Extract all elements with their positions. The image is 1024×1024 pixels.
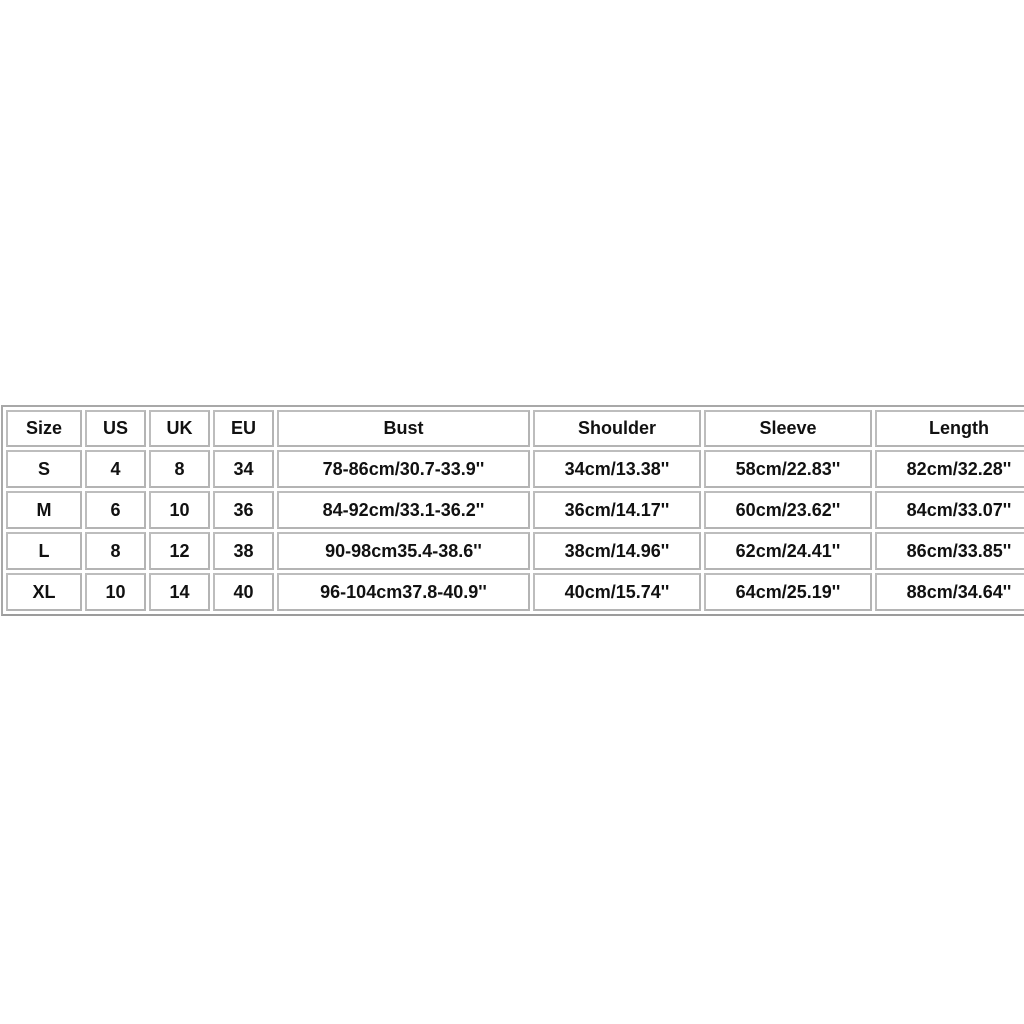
cell-bust: 96-104cm37.8-40.9'' xyxy=(277,573,530,611)
table-row: M 6 10 36 84-92cm/33.1-36.2'' 36cm/14.17… xyxy=(6,491,1024,529)
cell-sleeve: 64cm/25.19'' xyxy=(704,573,872,611)
cell-shoulder: 34cm/13.38'' xyxy=(533,450,701,488)
cell-bust: 90-98cm35.4-38.6'' xyxy=(277,532,530,570)
table-row: XL 10 14 40 96-104cm37.8-40.9'' 40cm/15.… xyxy=(6,573,1024,611)
cell-length: 88cm/34.64'' xyxy=(875,573,1024,611)
cell-size: S xyxy=(6,450,82,488)
cell-us: 8 xyxy=(85,532,146,570)
cell-sleeve: 58cm/22.83'' xyxy=(704,450,872,488)
cell-us: 10 xyxy=(85,573,146,611)
cell-us: 4 xyxy=(85,450,146,488)
size-chart-table: Size US UK EU Bust Shoulder Sleeve Lengt… xyxy=(1,405,1024,616)
header-sleeve: Sleeve xyxy=(704,410,872,447)
header-length: Length xyxy=(875,410,1024,447)
table-row: L 8 12 38 90-98cm35.4-38.6'' 38cm/14.96'… xyxy=(6,532,1024,570)
cell-length: 84cm/33.07'' xyxy=(875,491,1024,529)
cell-us: 6 xyxy=(85,491,146,529)
cell-uk: 14 xyxy=(149,573,210,611)
cell-bust: 78-86cm/30.7-33.9'' xyxy=(277,450,530,488)
header-eu: EU xyxy=(213,410,274,447)
header-size: Size xyxy=(6,410,82,447)
cell-shoulder: 36cm/14.17'' xyxy=(533,491,701,529)
cell-sleeve: 62cm/24.41'' xyxy=(704,532,872,570)
header-uk: UK xyxy=(149,410,210,447)
cell-length: 82cm/32.28'' xyxy=(875,450,1024,488)
cell-length: 86cm/33.85'' xyxy=(875,532,1024,570)
cell-uk: 8 xyxy=(149,450,210,488)
cell-shoulder: 38cm/14.96'' xyxy=(533,532,701,570)
cell-eu: 36 xyxy=(213,491,274,529)
cell-sleeve: 60cm/23.62'' xyxy=(704,491,872,529)
header-shoulder: Shoulder xyxy=(533,410,701,447)
cell-uk: 12 xyxy=(149,532,210,570)
cell-shoulder: 40cm/15.74'' xyxy=(533,573,701,611)
cell-uk: 10 xyxy=(149,491,210,529)
cell-bust: 84-92cm/33.1-36.2'' xyxy=(277,491,530,529)
cell-eu: 40 xyxy=(213,573,274,611)
cell-eu: 38 xyxy=(213,532,274,570)
cell-size: M xyxy=(6,491,82,529)
cell-eu: 34 xyxy=(213,450,274,488)
cell-size: L xyxy=(6,532,82,570)
cell-size: XL xyxy=(6,573,82,611)
table-row: S 4 8 34 78-86cm/30.7-33.9'' 34cm/13.38'… xyxy=(6,450,1024,488)
header-row: Size US UK EU Bust Shoulder Sleeve Lengt… xyxy=(6,410,1024,447)
header-bust: Bust xyxy=(277,410,530,447)
header-us: US xyxy=(85,410,146,447)
